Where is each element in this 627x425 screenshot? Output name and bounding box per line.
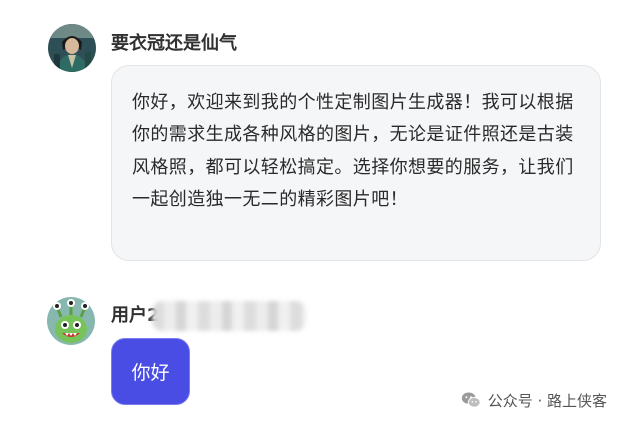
bot-avatar[interactable]	[48, 24, 96, 72]
green-monster-icon	[47, 297, 95, 345]
redaction-blur	[152, 301, 306, 331]
character-portrait-icon	[48, 24, 96, 72]
bot-name: 要衣冠还是仙气	[111, 33, 237, 54]
user-avatar[interactable]	[47, 297, 95, 345]
user-message-bubble: 你好	[111, 338, 190, 405]
chat-window: 要衣冠还是仙气 你好，欢迎来到我的个性定制图片生成器！我可以根据你的需求生成各种…	[0, 0, 627, 425]
bot-message-text: 你好，欢迎来到我的个性定制图片生成器！我可以根据你的需求生成各种风格的图片，无论…	[132, 92, 574, 210]
user-message-text: 你好	[131, 362, 170, 384]
watermark-text: 公众号 · 路上侠客	[487, 391, 607, 410]
bot-message-bubble: 你好，欢迎来到我的个性定制图片生成器！我可以根据你的需求生成各种风格的图片，无论…	[111, 65, 601, 261]
watermark: 公众号 · 路上侠客	[460, 388, 607, 412]
wechat-icon	[461, 392, 481, 408]
